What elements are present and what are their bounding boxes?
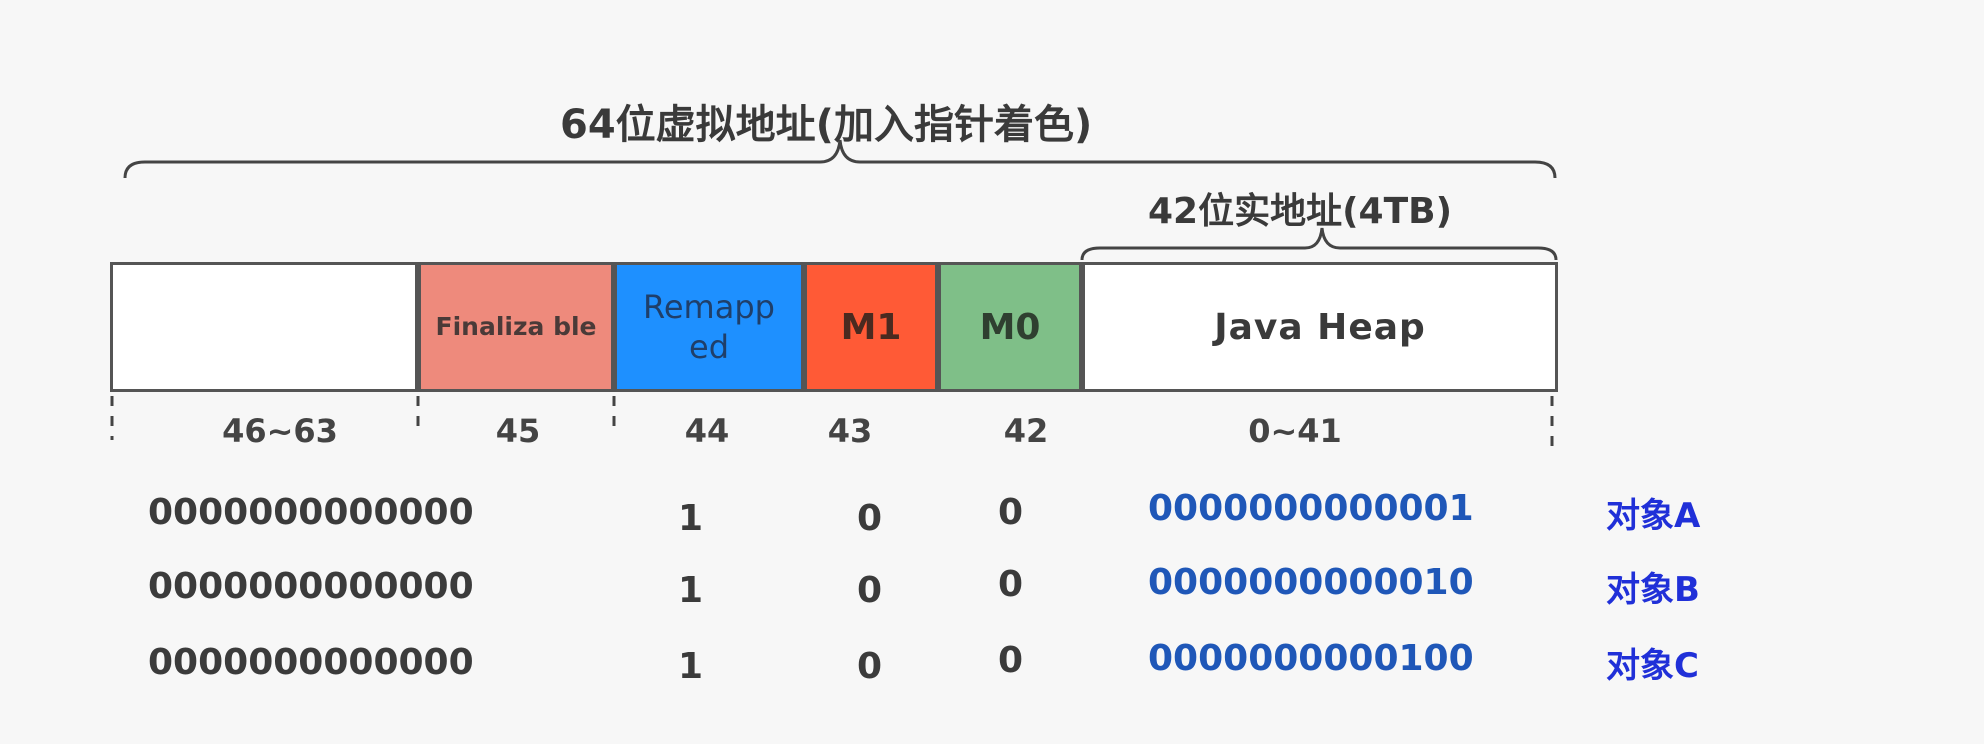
bit-42: 42 xyxy=(1003,412,1049,450)
bit-range-46-63: 46~63 xyxy=(222,412,338,450)
segment-m1-label: M1 xyxy=(840,306,902,348)
segment-m1: M1 xyxy=(804,262,938,392)
row-c-m0: 0 xyxy=(998,640,1024,681)
segment-finalizable-label: Finaliza ble xyxy=(435,312,597,341)
row-c-remapped: 1 xyxy=(678,646,704,687)
row-b-address: 0000000000010 xyxy=(1148,562,1474,603)
virtual-address-label: 64位虚拟地址(加入指针着色) xyxy=(560,102,1093,148)
row-c-object: 对象C xyxy=(1606,646,1699,686)
row-b-high-bits: 0000000000000 xyxy=(148,566,474,607)
row-a-high-bits: 0000000000000 xyxy=(148,492,474,533)
row-a-remapped: 1 xyxy=(678,498,704,539)
row-b-remapped: 1 xyxy=(678,570,704,611)
row-a-object: 对象A xyxy=(1606,496,1701,536)
row-b-m0: 0 xyxy=(998,564,1024,605)
segment-m0: M0 xyxy=(938,262,1082,392)
row-a-m1: 0 xyxy=(857,498,883,539)
bit-44: 44 xyxy=(684,412,730,450)
row-c-address: 0000000000100 xyxy=(1148,638,1474,679)
row-c-m1: 0 xyxy=(857,646,883,687)
bit-45: 45 xyxy=(495,412,541,450)
segment-unused xyxy=(110,262,418,392)
segment-java-heap: Java Heap xyxy=(1082,262,1558,392)
bit-range-0-41: 0~41 xyxy=(1248,412,1342,450)
segment-remapped-label: Remapp ed xyxy=(643,288,775,366)
row-a-m0: 0 xyxy=(998,492,1024,533)
segment-remapped: Remapp ed xyxy=(614,262,804,392)
row-b-object: 对象B xyxy=(1606,570,1700,610)
bit-43: 43 xyxy=(827,412,873,450)
segment-java-heap-label: Java Heap xyxy=(1214,306,1426,348)
row-b-m1: 0 xyxy=(857,570,883,611)
row-a-address: 0000000000001 xyxy=(1148,488,1474,529)
segment-m0-label: M0 xyxy=(979,306,1041,348)
row-c-high-bits: 0000000000000 xyxy=(148,642,474,683)
segment-finalizable: Finaliza ble xyxy=(418,262,614,392)
real-address-label: 42位实地址(4TB) xyxy=(1148,191,1453,232)
